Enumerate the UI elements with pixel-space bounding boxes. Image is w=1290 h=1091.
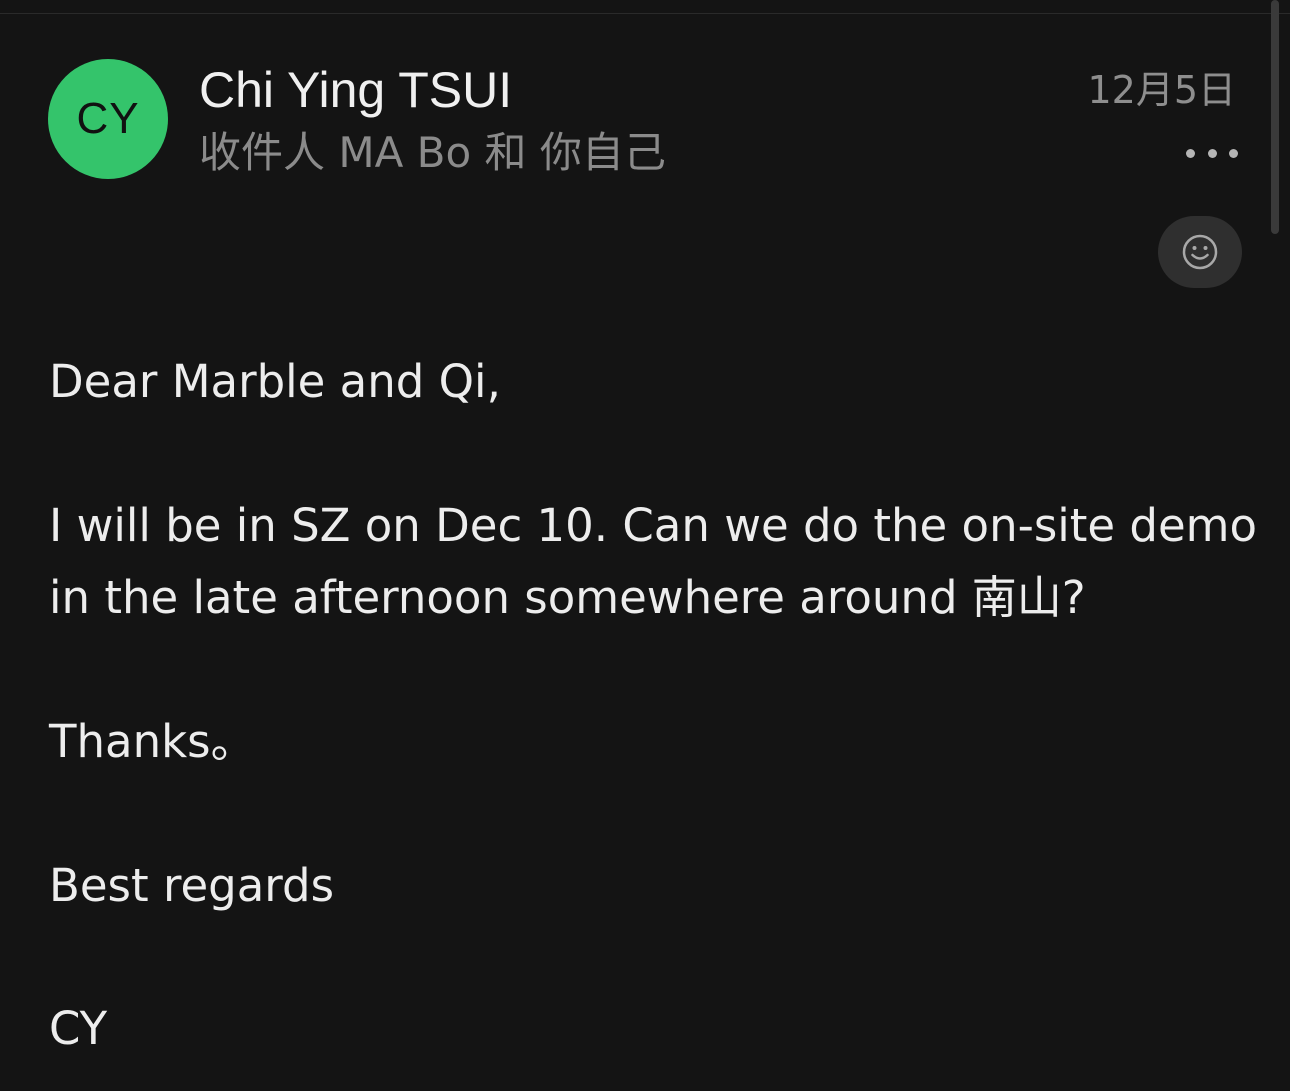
add-reaction-button[interactable]: [1158, 216, 1242, 288]
recipients-line[interactable]: 收件人 MA Bo 和 你自己: [199, 122, 666, 184]
more-horizontal-icon: [1186, 148, 1195, 158]
smiley-icon: [1182, 234, 1218, 270]
message-line-2: in the late afternoon somewhere around 南…: [49, 571, 1086, 624]
top-divider: [0, 13, 1290, 14]
more-options-button[interactable]: [1186, 138, 1238, 168]
message-thanks: Thanks。: [49, 715, 256, 768]
more-horizontal-icon-dot: [1207, 148, 1217, 158]
message-signature: CY: [49, 1002, 108, 1055]
avatar[interactable]: CY: [48, 59, 168, 179]
message-closing: Best regards: [49, 859, 335, 912]
sender-name[interactable]: Chi Ying TSUI: [199, 56, 512, 124]
message-greeting: Dear Marble and Qi,: [49, 355, 501, 408]
message-line-1: I will be in SZ on Dec 10. Can we do the…: [49, 499, 1258, 552]
avatar-initials: CY: [76, 94, 140, 143]
message-date: 12月5日: [1087, 68, 1236, 112]
scrollbar[interactable]: [1271, 0, 1279, 234]
more-horizontal-icon-dot: [1229, 148, 1238, 158]
